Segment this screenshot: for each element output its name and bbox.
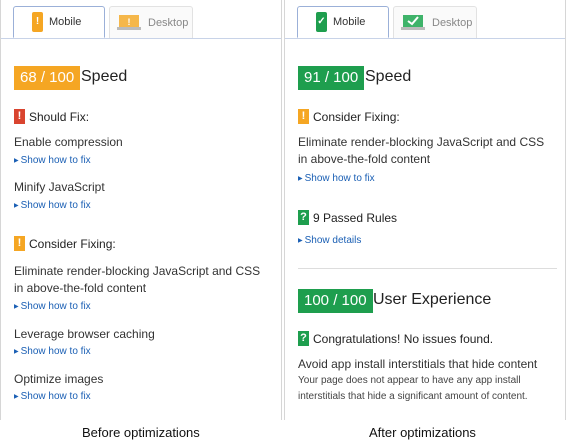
triangle-right-icon: ▶ bbox=[14, 349, 19, 355]
show-how-to-fix-link[interactable]: ▶ Show how to fix bbox=[14, 391, 91, 402]
congrats-heading: Congratulations! No issues found. bbox=[313, 332, 494, 346]
monitor-warning-icon: ! bbox=[116, 14, 142, 32]
show-how-to-fix-link[interactable]: ▶ Show how to fix bbox=[14, 155, 91, 166]
show-details-link[interactable]: ▶ Show details bbox=[298, 235, 361, 246]
after-panel: ✓ Mobile Desktop 91 / 100 Speed ! Consid… bbox=[284, 0, 566, 420]
triangle-right-icon: ▶ bbox=[298, 176, 303, 182]
rule-title: Eliminate render-blocking JavaScript and… bbox=[298, 135, 545, 166]
rule-title: Minify JavaScript bbox=[14, 180, 105, 194]
tab-label: Mobile bbox=[333, 16, 366, 28]
caption-after: After optimizations bbox=[369, 425, 476, 440]
show-how-to-fix-link[interactable]: ▶ Show how to fix bbox=[14, 346, 91, 357]
monitor-check-icon bbox=[400, 14, 426, 32]
triangle-right-icon: ▶ bbox=[14, 158, 19, 164]
should-fix-heading: Should Fix: bbox=[29, 110, 90, 124]
ux-label: User Experience bbox=[373, 291, 492, 308]
tab-label: Desktop bbox=[148, 16, 189, 29]
before-panel: ! Mobile ! Desktop 68 / 100 Speed ! Shou… bbox=[0, 0, 282, 420]
consider-fixing-icon: ! bbox=[14, 236, 25, 251]
tab-bar: ✓ Mobile Desktop bbox=[285, 0, 565, 39]
speed-score: 91 / 100 bbox=[298, 66, 365, 90]
speed-score: 68 / 100 bbox=[14, 66, 81, 90]
congrats-icon: ? bbox=[298, 331, 309, 346]
speed-label: Speed bbox=[81, 68, 128, 85]
ux-rule-title: Avoid app install interstitials that hid… bbox=[298, 357, 538, 371]
ux-score: 100 / 100 bbox=[298, 289, 373, 313]
tab-desktop[interactable]: ! Desktop bbox=[109, 6, 193, 38]
tab-mobile[interactable]: ✓ Mobile bbox=[297, 6, 389, 38]
rule-title: Eliminate render-blocking JavaScript and… bbox=[14, 264, 261, 295]
show-how-to-fix-link[interactable]: ▶ Show how to fix bbox=[298, 173, 375, 184]
should-fix-icon: ! bbox=[14, 109, 25, 124]
rule-title: Optimize images bbox=[14, 372, 104, 386]
svg-text:!: ! bbox=[128, 17, 131, 27]
triangle-right-icon: ▶ bbox=[14, 304, 19, 310]
divider bbox=[298, 268, 557, 269]
phone-check-icon: ✓ bbox=[316, 12, 327, 32]
rule-title: Enable compression bbox=[14, 135, 123, 149]
tab-desktop[interactable]: Desktop bbox=[393, 6, 477, 38]
triangle-right-icon: ▶ bbox=[298, 238, 303, 244]
show-how-to-fix-link[interactable]: ▶ Show how to fix bbox=[14, 301, 91, 312]
triangle-right-icon: ▶ bbox=[14, 203, 19, 209]
triangle-right-icon: ▶ bbox=[14, 394, 19, 400]
tab-label: Desktop bbox=[432, 16, 473, 29]
rule-title: Leverage browser caching bbox=[14, 327, 155, 341]
passed-rules-heading: 9 Passed Rules bbox=[313, 211, 398, 225]
tab-label: Mobile bbox=[49, 16, 82, 28]
consider-fixing-heading: Consider Fixing: bbox=[29, 237, 116, 251]
show-how-to-fix-link[interactable]: ▶ Show how to fix bbox=[14, 200, 91, 211]
passed-rules-icon: ? bbox=[298, 210, 309, 225]
phone-warning-icon: ! bbox=[32, 12, 43, 32]
speed-label: Speed bbox=[365, 68, 412, 85]
consider-fixing-icon: ! bbox=[298, 109, 309, 124]
consider-fixing-heading: Consider Fixing: bbox=[313, 110, 400, 124]
tab-mobile[interactable]: ! Mobile bbox=[13, 6, 105, 38]
ux-rule-description: Your page does not appear to have any ap… bbox=[298, 375, 528, 402]
caption-before: Before optimizations bbox=[82, 425, 200, 440]
tab-bar: ! Mobile ! Desktop bbox=[1, 0, 281, 39]
